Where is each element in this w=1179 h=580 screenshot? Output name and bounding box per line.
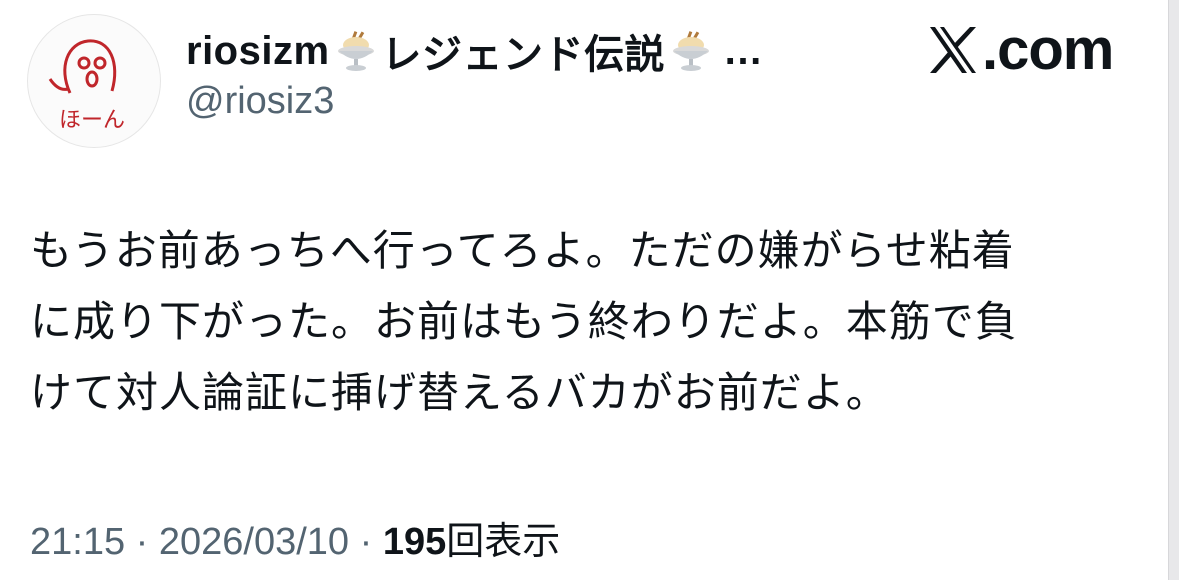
avatar-caption: ほーん	[59, 108, 125, 133]
tweet-line: に成り下がった。お前はもう終わりだよ。本筋で負	[30, 298, 1018, 345]
separator: ·	[359, 521, 373, 563]
tweet-text: もうお前あっちへ行ってろよ。ただの嫌がらせ粘着 に成り下がった。お前はもう終わり…	[30, 215, 1140, 428]
avatar[interactable]: ほーん	[27, 14, 161, 148]
brand-label: .com	[982, 17, 1114, 82]
user-handle[interactable]: @riosiz3	[186, 80, 334, 123]
avatar-ghost-drawing: ほーん	[48, 39, 125, 133]
tweet-date[interactable]: 2026/03/10	[159, 521, 349, 563]
ice-cream-sundae-icon	[669, 29, 713, 73]
display-name[interactable]: riosizm レジェンド伝説 …	[186, 22, 764, 80]
display-name-text: riosizm	[186, 28, 330, 73]
name-truncation: …	[723, 28, 764, 73]
x-logo-icon	[930, 26, 976, 73]
brand: .com	[926, 16, 1114, 83]
views-count[interactable]: 195	[383, 521, 446, 563]
views-label: 回表示	[446, 521, 561, 563]
separator: ·	[135, 521, 149, 563]
tweet-time[interactable]: 21:15	[30, 521, 125, 563]
tweet-line: もうお前あっちへ行ってろよ。ただの嫌がらせ粘着	[30, 227, 1015, 274]
ice-cream-sundae-icon	[334, 29, 378, 73]
tweet-line: けて対人論証に挿げ替えるバカがお前だよ。	[30, 369, 889, 416]
tweet-meta: 21:15 · 2026/03/10 · 195回表示	[30, 510, 560, 565]
display-name-text-2: レジェンド伝説	[381, 33, 666, 77]
window-edge	[1168, 0, 1179, 580]
